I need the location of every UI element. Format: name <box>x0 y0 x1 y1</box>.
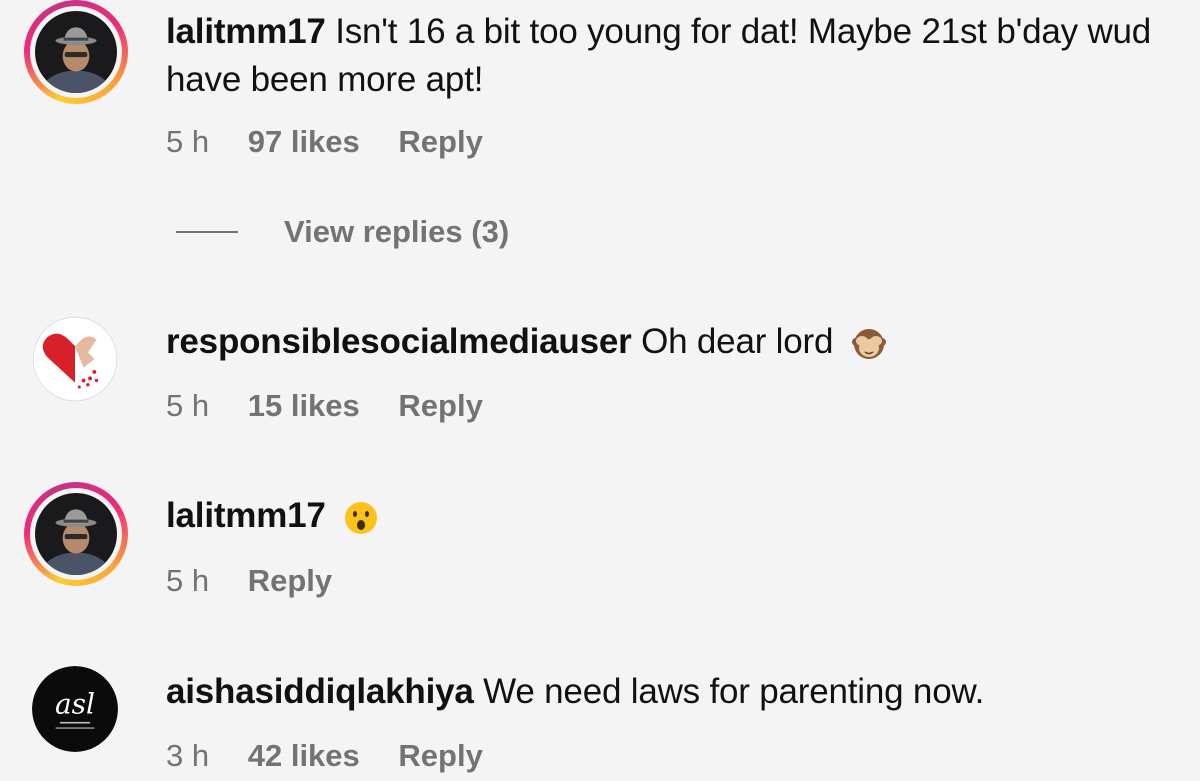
avatar[interactable] <box>32 316 118 402</box>
comment-text: aishasiddiqlakhiya We need laws for pare… <box>166 668 1180 716</box>
comment-text: responsiblesocialmediauser Oh dear lord <box>166 318 1180 366</box>
avatar[interactable]: asl <box>32 666 118 752</box>
brand-logo-avatar-icon: asl <box>32 666 118 752</box>
comment-body: We need laws for parenting now. <box>483 672 985 711</box>
comment-meta: 3 h 42 likes Reply <box>166 738 513 774</box>
comment-username[interactable]: aishasiddiqlakhiya <box>166 672 474 711</box>
comment-username[interactable]: lalitmm17 <box>166 496 326 535</box>
comment-likes[interactable]: 42 likes <box>248 738 360 773</box>
comment-time: 5 h <box>166 563 210 598</box>
comment-time: 3 h <box>166 738 210 773</box>
comment-username[interactable]: lalitmm17 <box>166 12 326 51</box>
astonished-face-icon <box>345 501 378 534</box>
comment-text: lalitmm17 <box>166 492 1180 540</box>
view-replies-label: View replies (3) <box>284 214 510 249</box>
comment-body: Oh dear lord <box>641 322 834 361</box>
comment-time: 5 h <box>166 388 210 423</box>
reply-button[interactable]: Reply <box>398 738 482 773</box>
comment-likes[interactable]: 97 likes <box>248 124 360 159</box>
comment-likes[interactable]: 15 likes <box>248 388 360 423</box>
avatar[interactable] <box>24 0 128 104</box>
view-replies-button[interactable]: View replies (3) <box>176 214 509 250</box>
see-no-evil-monkey-icon <box>851 328 886 359</box>
avatar[interactable] <box>24 482 128 586</box>
comment-username[interactable]: responsiblesocialmediauser <box>166 322 632 361</box>
reply-button[interactable]: Reply <box>398 388 482 423</box>
comment-meta: 5 h 15 likes Reply <box>166 388 513 424</box>
divider-line <box>176 231 238 233</box>
comment-meta: 5 h Reply <box>166 563 362 599</box>
comment-text: lalitmm17 Isn't 16 a bit too young for d… <box>166 8 1180 104</box>
comments-list: lalitmm17 Isn't 16 a bit too young for d… <box>0 0 1200 781</box>
profile-photo-icon <box>35 11 117 93</box>
reply-button[interactable]: Reply <box>398 124 482 159</box>
comment-meta: 5 h 97 likes Reply <box>166 124 513 160</box>
reply-button[interactable]: Reply <box>248 563 332 598</box>
broken-heart-avatar-icon <box>32 316 118 402</box>
comment-time: 5 h <box>166 124 210 159</box>
profile-photo-icon <box>35 493 117 575</box>
avatar-logo-text: asl <box>55 687 95 720</box>
